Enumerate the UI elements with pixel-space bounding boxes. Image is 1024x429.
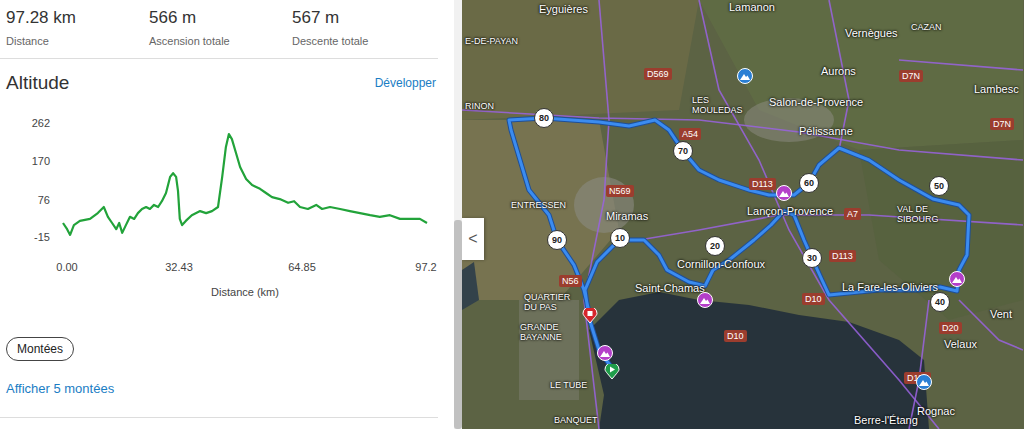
- distance-marker[interactable]: 90: [547, 230, 567, 250]
- y-tick: -15: [34, 231, 50, 243]
- collapse-panel-button[interactable]: <: [462, 218, 484, 260]
- route-line[interactable]: [509, 118, 969, 368]
- road-label: D569: [644, 68, 672, 80]
- distance-marker[interactable]: 10: [610, 228, 630, 248]
- stat-label: Descente totale: [292, 34, 435, 48]
- y-tick: 262: [32, 117, 50, 129]
- place-label: GRANDE BAYANNE: [520, 322, 578, 342]
- route-stats: 97.28 km Distance566 m Ascension totale567…: [0, 0, 454, 48]
- place-label: Berre-l'Étang: [854, 414, 918, 426]
- place-label: Cornillon-Confoux: [677, 258, 765, 270]
- mountain-icon: [597, 345, 613, 361]
- road-label: D10: [802, 293, 825, 305]
- poi-pin[interactable]: [737, 68, 753, 84]
- stat: 566 m Ascension totale: [149, 8, 292, 48]
- place-label: Vent: [990, 308, 1012, 320]
- route-outline: [509, 118, 969, 368]
- x-axis-title: Distance (km): [211, 286, 279, 298]
- scrollbar[interactable]: [454, 0, 462, 429]
- place-label: BANQUET: [554, 415, 598, 425]
- place-label: CAZAN: [911, 22, 942, 32]
- stat: 567 m Descente totale: [292, 8, 435, 48]
- place-label: ENTRESSEN: [511, 200, 566, 210]
- stat-value: 567 m: [292, 8, 435, 28]
- climbs-button[interactable]: Montées: [6, 337, 74, 361]
- place-label: Lambesc: [974, 83, 1019, 95]
- stat-value: 566 m: [149, 8, 292, 28]
- expand-link[interactable]: Développer: [375, 76, 436, 90]
- stat: 97.28 km Distance: [6, 8, 149, 48]
- climb-pin[interactable]: [597, 345, 613, 361]
- stat-label: Ascension totale: [149, 34, 292, 48]
- route-panel: 97.28 km Distance566 m Ascension totale567…: [0, 0, 454, 429]
- climb-pin[interactable]: [697, 292, 713, 308]
- poi-pin[interactable]: [916, 374, 932, 390]
- place-label: Rognac: [917, 405, 955, 417]
- mountain-icon: [776, 185, 792, 201]
- climb-pin[interactable]: [949, 271, 965, 287]
- place-label: E-DE-PAYAN: [465, 36, 518, 46]
- road-label: A54: [679, 128, 701, 140]
- distance-marker[interactable]: 60: [799, 173, 819, 193]
- x-tick: 32.43: [165, 261, 193, 273]
- finish-pin[interactable]: [582, 308, 598, 324]
- place-label: Eyguières: [539, 3, 588, 15]
- place-label: Vernègues: [845, 27, 898, 39]
- place-label: LES MOULEDAS: [692, 95, 750, 115]
- x-tick: 0.00: [56, 261, 77, 273]
- climb-pin[interactable]: [776, 185, 792, 201]
- show-climbs-link[interactable]: Afficher 5 montées: [6, 381, 454, 397]
- place-label: La Fare-les-Oliviers: [842, 281, 938, 293]
- road-label: A7: [844, 208, 861, 220]
- place-label: Lançon-Provence: [747, 205, 833, 217]
- elevation-chart: 262 170 76 -15 0.00 32.43 64.85 97.2 Distance (k…: [0, 109, 454, 302]
- mountain-icon: [949, 271, 965, 287]
- stat-label: Distance: [6, 34, 149, 48]
- divider: [0, 58, 438, 59]
- mountain-icon: [697, 292, 713, 308]
- place-label: Lamanon: [729, 1, 775, 13]
- road-label: N56: [559, 275, 582, 287]
- road-label: D113: [749, 178, 776, 190]
- y-tick: 76: [38, 194, 50, 206]
- distance-marker[interactable]: 40: [930, 292, 950, 312]
- place-label: QUARTIER DU PAS: [524, 292, 582, 312]
- flag-icon: [582, 308, 598, 324]
- distance-marker[interactable]: 80: [534, 108, 554, 128]
- elevation-line: [63, 134, 427, 235]
- map[interactable]: Eyguières Lamanon Vernègues CAZAN D7N Aurons L…: [462, 0, 1024, 429]
- x-tick: 64.85: [288, 261, 316, 273]
- altitude-title: Altitude: [6, 72, 69, 94]
- road-label: D10: [724, 330, 747, 342]
- place-label: Saint-Chamas: [635, 282, 705, 294]
- divider: [0, 417, 438, 418]
- start-pin[interactable]: [604, 364, 620, 380]
- road-label: D7N: [990, 118, 1014, 130]
- place-label: LE TUBE: [550, 380, 587, 390]
- place-label: Salon-de-Provence: [769, 96, 863, 108]
- play-icon: [604, 364, 620, 380]
- road-label: D113: [829, 250, 856, 262]
- road-label: D7N: [899, 70, 923, 82]
- road-label: N569: [606, 185, 634, 197]
- place-label: Miramas: [606, 210, 648, 222]
- distance-marker[interactable]: 30: [802, 248, 822, 268]
- x-tick: 97.2: [415, 261, 436, 273]
- place-label: RINON: [465, 101, 494, 111]
- distance-marker[interactable]: 20: [705, 236, 725, 256]
- place-label: Aurons: [821, 65, 856, 77]
- stat-value: 97.28 km: [6, 8, 149, 28]
- place-label: VAL DE SIBOURG: [897, 204, 955, 224]
- mountain-icon: [737, 68, 753, 84]
- altitude-header: Altitude Développer: [0, 71, 454, 95]
- distance-marker[interactable]: 70: [673, 141, 693, 161]
- scrollbar-thumb[interactable]: [454, 220, 462, 429]
- y-tick: 170: [32, 155, 50, 167]
- place-label: Velaux: [944, 338, 977, 350]
- distance-marker[interactable]: 50: [929, 176, 949, 196]
- place-label: Pélissanne: [799, 125, 853, 137]
- road-label: D20: [939, 322, 962, 334]
- mountain-icon: [916, 374, 932, 390]
